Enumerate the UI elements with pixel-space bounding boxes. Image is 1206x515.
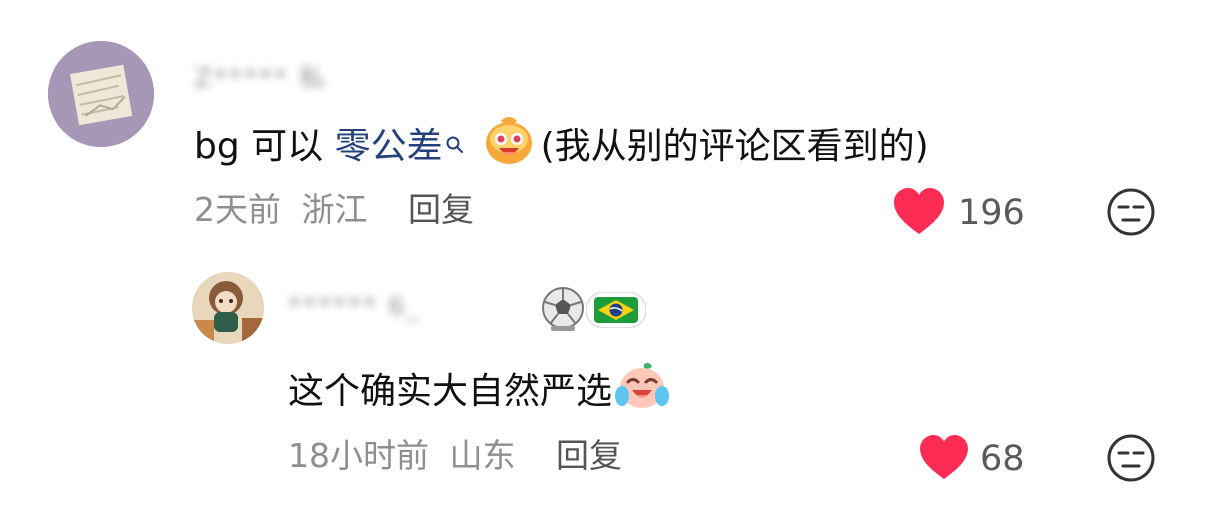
unamused-face-icon <box>1107 188 1155 236</box>
comment-text: 这个确实大自然严选 <box>288 362 670 412</box>
comment-location: 山东 <box>449 436 516 475</box>
comment-time: 2天前 <box>194 190 281 229</box>
comment-text-body: 这个确实大自然严选 <box>288 371 613 412</box>
avatar[interactable] <box>192 272 264 344</box>
reply-button[interactable]: 回复 <box>556 436 622 475</box>
like-button[interactable]: 68 <box>918 433 1038 485</box>
comment-meta: 2天前 浙江 回复 <box>194 188 474 232</box>
unamused-face-icon <box>1107 434 1155 482</box>
user-name[interactable]: ****** 6_ <box>288 292 422 322</box>
search-link[interactable]: 零公差 <box>335 126 443 167</box>
like-button[interactable]: 196 <box>892 186 1032 238</box>
dislike-button[interactable] <box>1106 433 1156 483</box>
comment-text-prefix: bg 可以 <box>194 126 335 167</box>
comment-time: 18小时前 <box>288 436 429 475</box>
like-count: 196 <box>958 193 1025 233</box>
heart-icon <box>894 188 944 234</box>
like-count: 68 <box>980 439 1025 479</box>
dislike-button[interactable] <box>1106 187 1156 237</box>
comment-location: 浙江 <box>301 190 368 229</box>
avatar-image <box>192 272 264 344</box>
avatar-image <box>48 41 154 147</box>
brazil-flag-icon <box>586 292 646 328</box>
reply-button[interactable]: 回复 <box>408 190 474 229</box>
comment-meta: 18小时前 山东 回复 <box>288 434 622 478</box>
search-icon[interactable] <box>445 119 465 169</box>
comment-text-suffix: (我从别的评论区看到的) <box>540 126 929 167</box>
crying-laughing-emoji-icon <box>614 362 670 424</box>
heart-icon <box>920 435 968 480</box>
soccer-ball-icon <box>542 287 584 331</box>
user-name[interactable]: Z***** 私 <box>194 58 327 95</box>
avatar[interactable] <box>48 41 154 147</box>
excited-face-emoji-icon <box>483 117 535 179</box>
user-badges <box>538 286 648 332</box>
comment-text: bg 可以 零公差 (我从别的评论区看到的) <box>194 117 929 167</box>
